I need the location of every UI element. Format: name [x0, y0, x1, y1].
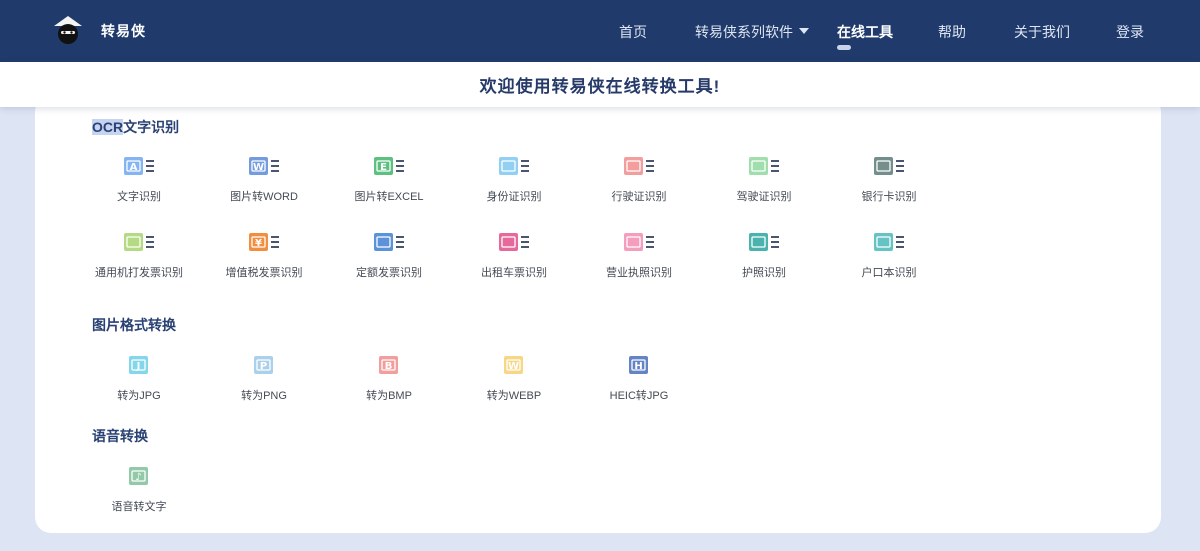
- tool-household-register[interactable]: 户口本识别: [834, 232, 944, 280]
- svg-text:P: P: [260, 361, 267, 372]
- tool-to-webp[interactable]: W 转为WEBP: [459, 355, 569, 403]
- general-invoice-icon: [124, 233, 154, 251]
- welcome-text: 欢迎使用转易侠在线转换工具!: [479, 77, 721, 96]
- image-to-word-icon: W: [249, 157, 279, 175]
- taxi-receipt-icon: [499, 233, 529, 251]
- tool-driving-license[interactable]: 行驶证识别: [584, 156, 694, 204]
- brand-logo-icon[interactable]: [52, 14, 84, 46]
- fixed-invoice-icon: [374, 233, 404, 251]
- brand-name[interactable]: 转易侠: [101, 21, 146, 41]
- svg-text:♪: ♪: [135, 472, 141, 483]
- nav-about-us[interactable]: 关于我们: [1014, 22, 1070, 42]
- tool-label: 银行卡识别: [861, 191, 917, 203]
- tool-label: 行驶证识别: [611, 191, 667, 203]
- tool-label: 驾驶证识别: [736, 191, 792, 203]
- tool-vat-invoice[interactable]: ¥ 增值税发票识别: [209, 232, 319, 280]
- svg-text:E: E: [380, 162, 387, 173]
- household-register-icon: [874, 233, 904, 251]
- tool-text-ocr[interactable]: A 文字识别: [84, 156, 194, 204]
- nav-home[interactable]: 首页: [619, 22, 647, 42]
- tool-driver-license[interactable]: 驾驶证识别: [709, 156, 819, 204]
- tool-label: 户口本识别: [861, 267, 917, 279]
- nav-login[interactable]: 登录: [1116, 22, 1144, 42]
- tool-label: 图片转EXCEL: [354, 191, 424, 203]
- svg-text:W: W: [508, 361, 519, 372]
- nav-software-series[interactable]: 转易侠系列软件: [695, 22, 809, 42]
- driver-license-icon: [749, 157, 779, 175]
- speech-to-text-icon: ♪: [129, 467, 148, 485]
- tool-label: 定额发票识别: [356, 267, 422, 279]
- welcome-banner: 欢迎使用转易侠在线转换工具!: [0, 62, 1200, 107]
- to-jpg-icon: J: [129, 356, 148, 374]
- tool-label: 通用机打发票识别: [95, 267, 183, 279]
- passport-icon: [749, 233, 779, 251]
- image-to-excel-icon: E: [374, 157, 404, 175]
- tool-taxi-receipt[interactable]: 出租车票识别: [459, 232, 569, 280]
- tool-label: 转为PNG: [241, 390, 287, 402]
- section-title-image-format: 图片格式转换: [92, 317, 176, 333]
- active-nav-indicator: [837, 45, 851, 50]
- tool-general-invoice[interactable]: 通用机打发票识别: [84, 232, 194, 280]
- tool-to-jpg[interactable]: J 转为JPG: [84, 355, 194, 403]
- tool-passport[interactable]: 护照识别: [709, 232, 819, 280]
- svg-text:J: J: [136, 361, 141, 372]
- vat-invoice-icon: ¥: [249, 233, 279, 251]
- tool-label: 身份证识别: [486, 191, 542, 203]
- tool-label: 营业执照识别: [606, 267, 672, 279]
- section-title-speech: 语音转换: [92, 428, 148, 444]
- chevron-down-icon: [799, 28, 809, 34]
- svg-text:W: W: [253, 162, 264, 173]
- nav-online-tools[interactable]: 在线工具: [837, 22, 893, 42]
- tool-image-to-excel[interactable]: E 图片转EXCEL: [334, 156, 444, 204]
- tool-bank-card[interactable]: 银行卡识别: [834, 156, 944, 204]
- section-title-ocr: OCR文字识别: [92, 119, 180, 135]
- tool-label: 增值税发票识别: [225, 267, 303, 279]
- nav-help[interactable]: 帮助: [938, 22, 966, 42]
- driving-license-icon: [624, 157, 654, 175]
- to-webp-icon: W: [504, 356, 523, 374]
- svg-text:B: B: [385, 361, 393, 372]
- id-card-icon: [499, 157, 529, 175]
- tool-image-to-word[interactable]: W 图片转WORD: [209, 156, 319, 204]
- tool-label: 转为JPG: [117, 390, 161, 402]
- svg-text:A: A: [130, 162, 138, 173]
- heic-to-jpg-icon: H: [629, 356, 648, 374]
- tool-label: 护照识别: [742, 267, 786, 279]
- tool-label: 语音转文字: [111, 501, 167, 513]
- tool-business-license[interactable]: 营业执照识别: [584, 232, 694, 280]
- to-bmp-icon: B: [379, 356, 398, 374]
- tool-label: 出租车票识别: [481, 267, 547, 279]
- tool-label: 文字识别: [117, 191, 161, 203]
- svg-text:H: H: [634, 361, 642, 372]
- tool-heic-to-jpg[interactable]: H HEIC转JPG: [584, 355, 694, 403]
- text-ocr-icon: A: [124, 157, 154, 175]
- to-png-icon: P: [254, 356, 273, 374]
- tool-to-png[interactable]: P 转为PNG: [209, 355, 319, 403]
- tool-label: 图片转WORD: [230, 191, 298, 203]
- tool-label: HEIC转JPG: [609, 390, 669, 402]
- business-license-icon: [624, 233, 654, 251]
- tool-fixed-invoice[interactable]: 定额发票识别: [334, 232, 444, 280]
- tool-label: 转为BMP: [366, 390, 412, 402]
- tool-label: 转为WEBP: [486, 390, 542, 402]
- bank-card-icon: [874, 157, 904, 175]
- tool-id-card[interactable]: 身份证识别: [459, 156, 569, 204]
- tool-to-bmp[interactable]: B 转为BMP: [334, 355, 444, 403]
- svg-text:¥: ¥: [255, 238, 262, 249]
- tool-speech-to-text[interactable]: ♪ 语音转文字: [84, 466, 194, 514]
- top-navbar: 转易侠 首页 转易侠系列软件 在线工具 帮助 关于我们 登录: [0, 0, 1200, 62]
